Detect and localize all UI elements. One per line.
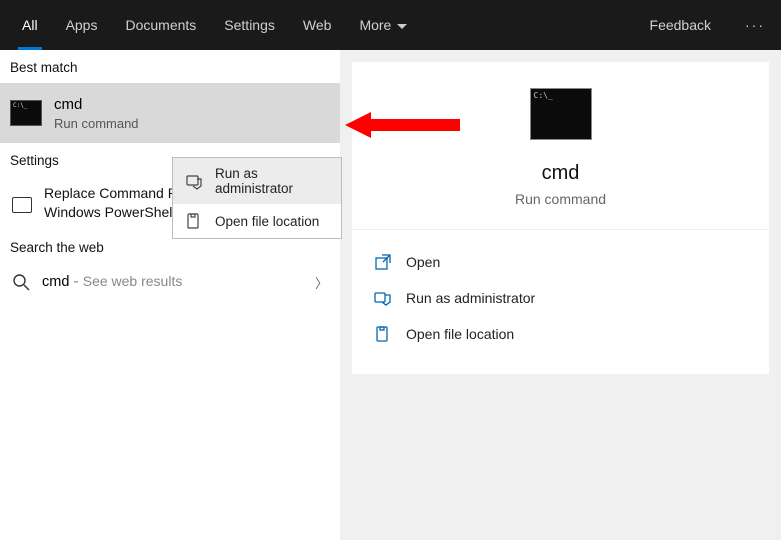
tab-apps[interactable]: Apps [52, 0, 112, 50]
action-label: Open [406, 254, 440, 270]
filter-tabs: All Apps Documents Settings Web More [0, 0, 421, 50]
preview-pane: cmd Run command Open Run as administrato… [340, 50, 781, 540]
preview-title: cmd [542, 162, 580, 185]
tab-web[interactable]: Web [289, 0, 346, 50]
cmd-icon [530, 88, 592, 140]
chevron-right-icon: 〉 [315, 273, 328, 292]
action-label: Run as administrator [406, 290, 535, 306]
best-match-title: cmd [54, 96, 139, 113]
preview-subtitle: Run command [515, 191, 606, 207]
action-run-as-admin[interactable]: Run as administrator [372, 280, 749, 316]
search-icon [12, 273, 30, 291]
cmd-icon [10, 100, 42, 126]
folder-icon [185, 212, 203, 230]
context-item-label: Open file location [215, 214, 319, 229]
best-match-subtitle: Run command [54, 116, 139, 131]
more-options-button[interactable]: ··· [729, 0, 781, 50]
best-match-result[interactable]: cmd Run command [0, 83, 340, 143]
web-query: cmd [42, 274, 69, 290]
open-icon [374, 253, 392, 271]
shield-admin-icon [185, 172, 203, 190]
shield-admin-icon [374, 289, 392, 307]
chevron-down-icon [397, 17, 407, 33]
search-filter-topbar: All Apps Documents Settings Web More Fee… [0, 0, 781, 50]
tab-settings[interactable]: Settings [210, 0, 289, 50]
action-open-file-location[interactable]: Open file location [372, 316, 749, 352]
context-run-as-admin[interactable]: Run as administrator [173, 158, 341, 204]
context-item-label: Run as administrator [215, 166, 329, 196]
window-icon [12, 197, 32, 213]
web-hint: See web results [83, 273, 183, 289]
web-result[interactable]: cmd-See web results 〉 [0, 263, 340, 302]
action-open[interactable]: Open [372, 244, 749, 280]
results-pane: Best match cmd Run command Settings Repl… [0, 50, 340, 540]
context-menu: Run as administrator Open file location [172, 157, 342, 239]
tab-documents[interactable]: Documents [111, 0, 210, 50]
feedback-link[interactable]: Feedback [632, 0, 729, 50]
best-match-heading: Best match [0, 50, 340, 83]
action-label: Open file location [406, 326, 514, 342]
preview-card: cmd Run command Open Run as administrato… [352, 62, 769, 374]
context-open-file-location[interactable]: Open file location [173, 204, 341, 238]
tab-more[interactable]: More [345, 0, 421, 50]
folder-icon [374, 325, 392, 343]
tab-all[interactable]: All [8, 0, 52, 50]
